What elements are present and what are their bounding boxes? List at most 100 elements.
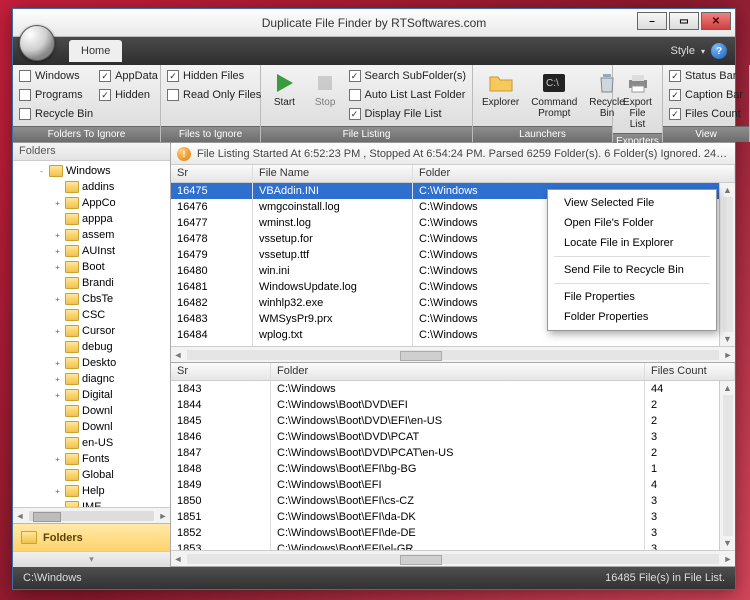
- chk-files-count[interactable]: ✓Files Count: [669, 106, 743, 122]
- tree-node[interactable]: +AUInst: [13, 243, 170, 259]
- tree-node[interactable]: Brandi: [13, 275, 170, 291]
- tree-node[interactable]: IME: [13, 499, 170, 507]
- tree-node[interactable]: +CbsTe: [13, 291, 170, 307]
- table-row[interactable]: 1853C:\Windows\Boot\EFI\el-GR3: [171, 541, 735, 550]
- table-row[interactable]: 1844C:\Windows\Boot\DVD\EFI2: [171, 397, 735, 413]
- tree-node[interactable]: +Fonts: [13, 451, 170, 467]
- grid2-hscrollbar[interactable]: ◄►: [171, 550, 735, 566]
- table-row[interactable]: 1845C:\Windows\Boot\DVD\EFI\en-US2: [171, 413, 735, 429]
- col-folder[interactable]: Folder: [413, 165, 735, 182]
- table-row[interactable]: 1846C:\Windows\Boot\DVD\PCAT3: [171, 429, 735, 445]
- tree-expander-icon[interactable]: -: [37, 167, 46, 176]
- tree-expander-icon[interactable]: +: [53, 231, 62, 240]
- tree-expander-icon[interactable]: +: [53, 391, 62, 400]
- chk-status-bar[interactable]: ✓Status Bar: [669, 68, 743, 84]
- tree-node[interactable]: debug: [13, 339, 170, 355]
- table-row[interactable]: 1850C:\Windows\Boot\EFI\cs-CZ3: [171, 493, 735, 509]
- ctx-send-recycle[interactable]: Send File to Recycle Bin: [550, 260, 714, 280]
- folder-icon: [65, 277, 79, 289]
- col-sr[interactable]: Sr: [171, 165, 253, 182]
- tree-expander-icon[interactable]: +: [53, 359, 62, 368]
- tree-node[interactable]: en-US: [13, 435, 170, 451]
- table-row[interactable]: 1849C:\Windows\Boot\EFI4: [171, 477, 735, 493]
- tree-node[interactable]: -Windows: [13, 163, 170, 179]
- tree-expander-icon[interactable]: +: [53, 375, 62, 384]
- folder-tree[interactable]: -Windowsaddins+AppCoapppa+assem+AUInst+B…: [13, 161, 170, 507]
- folder-icon: [65, 389, 79, 401]
- tree-expander-icon[interactable]: +: [53, 247, 62, 256]
- col2-sr[interactable]: Sr: [171, 363, 271, 380]
- folders-footer[interactable]: ▾: [13, 551, 170, 567]
- ctx-file-props[interactable]: File Properties: [550, 287, 714, 307]
- tree-node[interactable]: +Boot: [13, 259, 170, 275]
- table-row[interactable]: 1847C:\Windows\Boot\DVD\PCAT\en-US2: [171, 445, 735, 461]
- tree-node[interactable]: +Help: [13, 483, 170, 499]
- cmd-button[interactable]: C:\ Command Prompt: [528, 68, 580, 122]
- chk-ignore-recycle[interactable]: Recycle Bin: [19, 106, 93, 122]
- tree-node[interactable]: +Digital: [13, 387, 170, 403]
- tree-expander-icon[interactable]: +: [53, 487, 62, 496]
- col2-count[interactable]: Files Count: [645, 363, 735, 380]
- app-orb-icon[interactable]: [19, 25, 55, 61]
- tab-home[interactable]: Home: [69, 40, 122, 62]
- ctx-locate-explorer[interactable]: Locate File in Explorer: [550, 233, 714, 253]
- tree-node[interactable]: + assem: [13, 227, 170, 243]
- chk-hidden-files[interactable]: ✓Hidden Files: [167, 68, 261, 84]
- tree-node[interactable]: Downl: [13, 419, 170, 435]
- folder-open-icon: [487, 71, 515, 95]
- start-button[interactable]: Start: [267, 68, 302, 111]
- tree-expander-icon[interactable]: +: [53, 327, 62, 336]
- tree-expander-icon[interactable]: +: [53, 295, 62, 304]
- tree-node[interactable]: +Deskto: [13, 355, 170, 371]
- minimize-button[interactable]: –: [637, 12, 667, 30]
- tree-node[interactable]: +diagnc: [13, 371, 170, 387]
- chk-readonly-files[interactable]: Read Only Files: [167, 87, 261, 103]
- export-button[interactable]: Export File List: [619, 68, 656, 133]
- ctx-open-folder[interactable]: Open File's Folder: [550, 213, 714, 233]
- tree-node[interactable]: +AppCo: [13, 195, 170, 211]
- explorer-button[interactable]: Explorer: [479, 68, 522, 111]
- folder-icon: [65, 197, 79, 209]
- table-row[interactable]: 1851C:\Windows\Boot\EFI\da-DK3: [171, 509, 735, 525]
- chevron-down-icon: ▾: [89, 554, 94, 565]
- chk-display-list[interactable]: ✓Display File List: [349, 106, 467, 122]
- grid1-vscrollbar[interactable]: ▲▼: [719, 183, 735, 346]
- tree-label: assem: [82, 229, 114, 241]
- chk-ignore-hidden[interactable]: ✓Hidden: [99, 87, 158, 103]
- ctx-folder-props[interactable]: Folder Properties: [550, 307, 714, 327]
- tree-node[interactable]: CSC: [13, 307, 170, 323]
- stop-button[interactable]: Stop: [308, 68, 343, 111]
- tree-node[interactable]: Downl: [13, 403, 170, 419]
- style-menu[interactable]: Style: [671, 45, 695, 57]
- col2-folder[interactable]: Folder: [271, 363, 645, 380]
- folder-icon: [65, 293, 79, 305]
- chk-ignore-windows[interactable]: Windows: [19, 68, 93, 84]
- tree-hscrollbar[interactable]: ◄►: [13, 507, 170, 523]
- chk-caption-bar[interactable]: ✓Caption Bar: [669, 87, 743, 103]
- chk-auto-list[interactable]: Auto List Last Folder: [349, 87, 467, 103]
- table-row[interactable]: 1843C:\Windows44: [171, 381, 735, 397]
- chk-ignore-appdata[interactable]: ✓AppData: [99, 68, 158, 84]
- tree-expander-icon[interactable]: +: [53, 263, 62, 272]
- chk-search-subfolders[interactable]: ✓Search SubFolder(s): [349, 68, 467, 84]
- folders-accordion[interactable]: Folders: [13, 523, 170, 551]
- table-row[interactable]: 1852C:\Windows\Boot\EFI\de-DE3: [171, 525, 735, 541]
- grid2-vscrollbar[interactable]: ▲▼: [719, 381, 735, 550]
- tree-node[interactable]: addins: [13, 179, 170, 195]
- chk-ignore-programs[interactable]: Programs: [19, 87, 93, 103]
- grid1-hscrollbar[interactable]: ◄►: [171, 346, 735, 362]
- close-button[interactable]: ✕: [701, 12, 731, 30]
- help-icon[interactable]: ?: [711, 43, 727, 59]
- maximize-button[interactable]: ▭: [669, 12, 699, 30]
- col-filename[interactable]: File Name: [253, 165, 413, 182]
- folder-icon: [65, 181, 79, 193]
- tree-node[interactable]: Global: [13, 467, 170, 483]
- tree-expander-icon[interactable]: +: [53, 455, 62, 464]
- tree-expander-icon[interactable]: +: [53, 199, 62, 208]
- ctx-view-file[interactable]: View Selected File: [550, 193, 714, 213]
- folder-icon: [65, 357, 79, 369]
- tree-node[interactable]: +Cursor: [13, 323, 170, 339]
- style-dropdown-icon[interactable]: ▾: [701, 47, 705, 56]
- tree-node[interactable]: apppa: [13, 211, 170, 227]
- table-row[interactable]: 1848C:\Windows\Boot\EFI\bg-BG1: [171, 461, 735, 477]
